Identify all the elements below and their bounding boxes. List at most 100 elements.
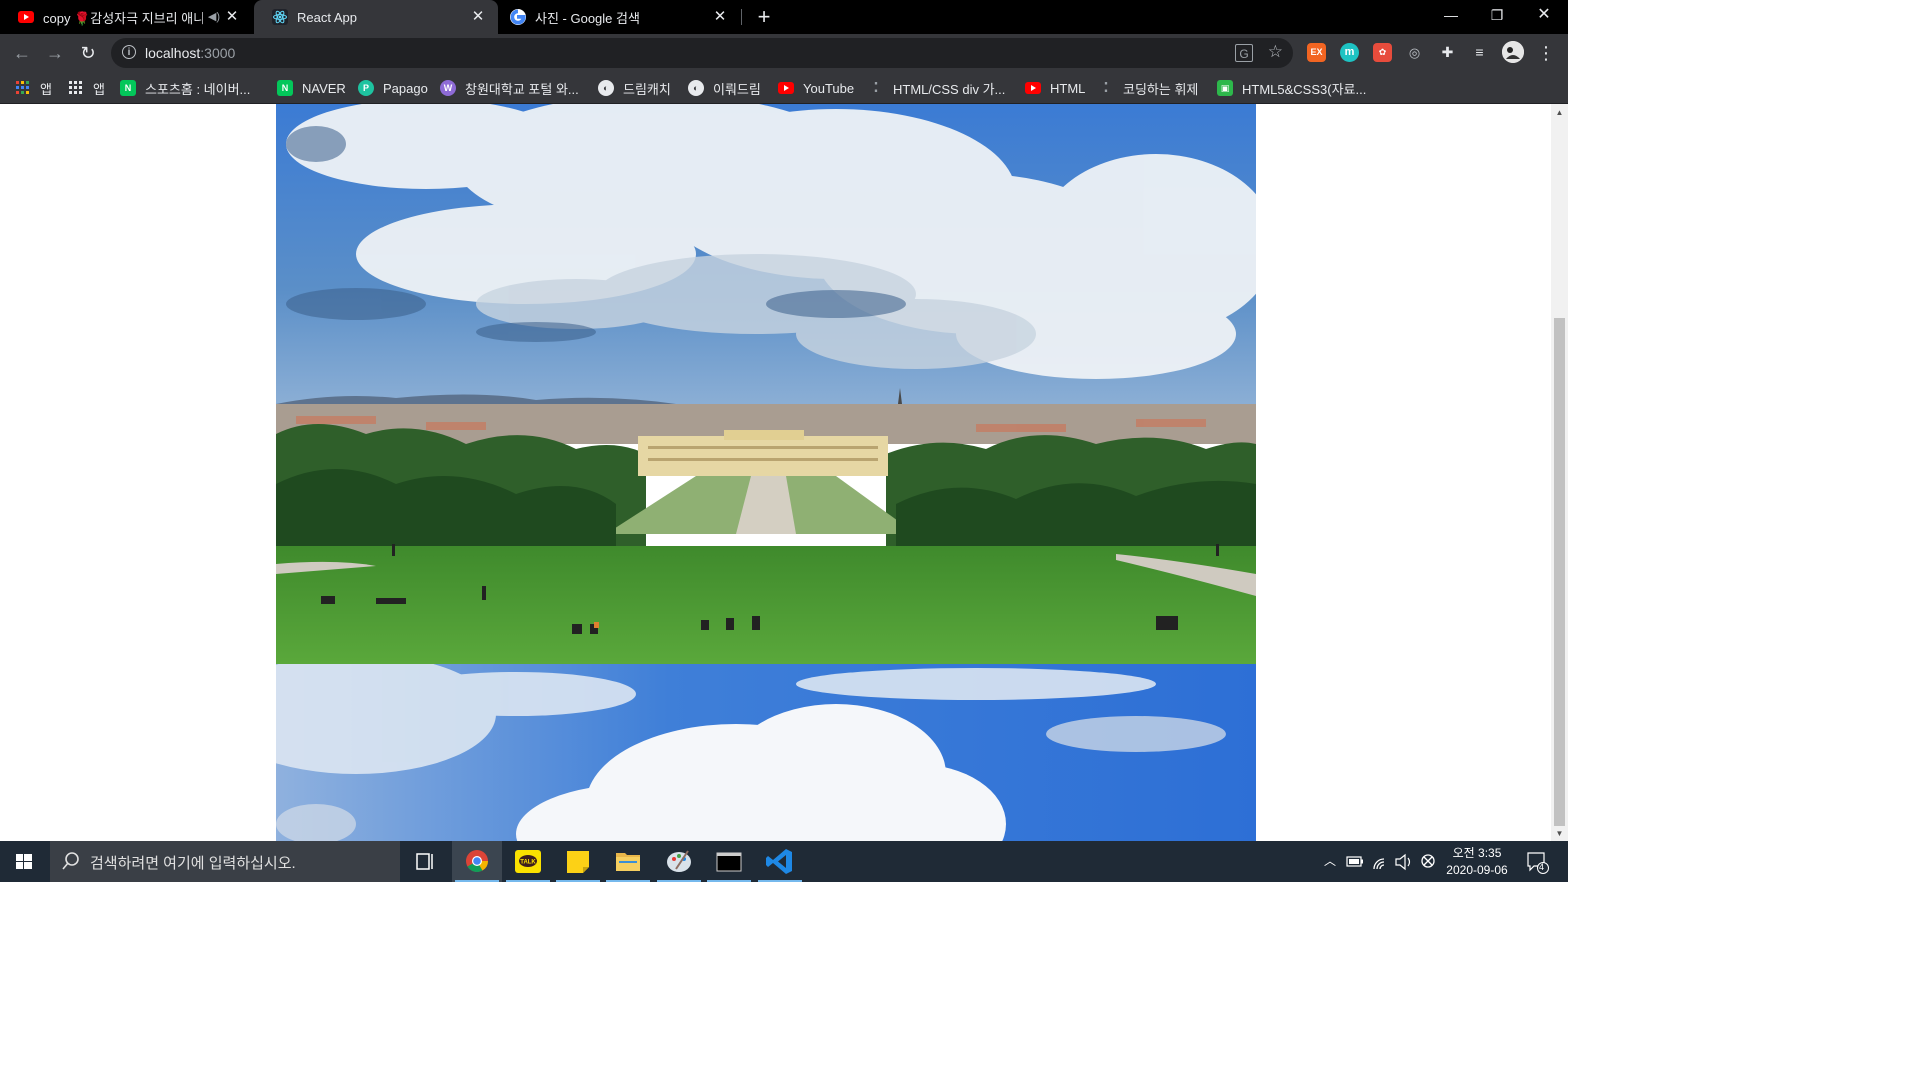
extension-red-icon[interactable]: ✿ — [1373, 43, 1392, 62]
dots-icon: ⁚ — [1103, 80, 1109, 95]
google-icon — [510, 9, 526, 25]
vscode-icon — [766, 849, 792, 874]
network-disconnected-icon[interactable] — [1418, 841, 1438, 882]
bookmark-label: 앱 — [93, 81, 105, 97]
taskbar-terminal[interactable] — [704, 841, 754, 882]
info-icon[interactable]: i — [122, 45, 136, 59]
search-icon — [62, 852, 79, 870]
reload-button[interactable]: ↻ — [77, 42, 99, 64]
bookmark-irwodream[interactable]: ◐ 이뤄드림 — [688, 78, 761, 98]
windows-taskbar: 검색하려면 여기에 입력하십시오. TALK ︿ 오전 3:35 2020-09… — [0, 841, 1568, 882]
bookmark-papago[interactable]: P Papago — [358, 78, 428, 98]
portal-icon: W — [440, 80, 456, 96]
volume-icon[interactable] — [1393, 841, 1415, 882]
restore-button[interactable]: ❐ — [1474, 0, 1520, 34]
taskbar-clock[interactable]: 오전 3:35 2020-09-06 — [1440, 845, 1514, 879]
extensions-puzzle-icon[interactable]: ✚ — [1438, 43, 1457, 62]
tab-title: React App — [297, 9, 357, 25]
tab-youtube-copy[interactable]: copy 🌹감성자극 지브리 애니 ◀) ✕ — [0, 0, 252, 34]
taskbar-file-explorer[interactable] — [603, 841, 653, 882]
new-tab-button[interactable]: + — [752, 5, 776, 29]
taskbar-paint[interactable] — [654, 841, 704, 882]
close-tab-icon[interactable]: ✕ — [712, 9, 728, 25]
dots-icon: ⁚ — [873, 80, 879, 95]
bookmark-label: NAVER — [302, 80, 346, 96]
bookmark-dreamcatch[interactable]: ◐ 드림캐치 — [598, 78, 671, 98]
apps-icon — [15, 80, 31, 96]
notification-center-icon[interactable]: 4 — [1524, 841, 1550, 882]
tab-google-search[interactable]: 사진 - Google 검색 ✕ — [492, 0, 740, 34]
back-button[interactable]: ← — [11, 42, 33, 64]
close-tab-icon[interactable]: ✕ — [470, 9, 486, 25]
page-viewport — [0, 104, 1551, 841]
url-text[interactable]: localhost:3000 — [145, 45, 235, 61]
menu-kebab-icon[interactable]: ⋮ — [1535, 42, 1557, 64]
bookmark-portal[interactable]: W 창원대학교 포털 와... — [440, 78, 579, 98]
taskbar-chrome[interactable] — [452, 841, 502, 882]
bookmark-label: 코딩하는 휘제 — [1123, 81, 1199, 97]
naver-icon: N — [120, 80, 136, 96]
bookmark-label: YouTube — [803, 80, 855, 96]
apps-icon — [68, 80, 84, 96]
media-queue-icon[interactable]: ≡ — [1470, 43, 1489, 62]
folder-icon — [616, 853, 640, 871]
battery-icon[interactable] — [1345, 841, 1365, 882]
bookmark-star-icon[interactable]: ☆ — [1268, 42, 1283, 62]
forward-button[interactable]: → — [44, 42, 66, 64]
bookmark-html[interactable]: HTML — [1025, 78, 1085, 98]
task-view-icon — [416, 853, 433, 870]
tab-react-app[interactable]: React App ✕ — [254, 0, 498, 34]
bookmark-coding-hwije[interactable]: ⁚ 코딩하는 휘제 — [1098, 78, 1199, 98]
tab-title: 사진 - Google 검색 — [535, 10, 640, 26]
bookmark-label: HTML5&CSS3(자료... — [1242, 81, 1367, 97]
naver-icon: N — [277, 80, 293, 96]
speaker-icon[interactable]: ◀) — [208, 10, 220, 23]
tab-separator — [741, 9, 742, 25]
tray-chevron-up-icon[interactable]: ︿ — [1320, 841, 1340, 882]
scrollbar-thumb[interactable] — [1554, 318, 1565, 826]
scroll-up-arrow-icon[interactable]: ▲ — [1551, 106, 1568, 120]
taskbar-sticky-notes[interactable] — [553, 841, 603, 882]
taskbar-search-box[interactable]: 검색하려면 여기에 입력하십시오. — [50, 841, 400, 882]
profile-avatar[interactable] — [1502, 41, 1524, 63]
globe-icon: ◐ — [598, 80, 614, 96]
bookmark-youtube[interactable]: YouTube — [778, 78, 854, 98]
bookmark-label: 스포츠홈 : 네이버... — [145, 81, 251, 97]
bookmark-label: 드림캐치 — [623, 81, 671, 97]
bookmark-label: 이뤄드림 — [713, 81, 761, 97]
landscape-photo — [276, 104, 1256, 664]
address-bar[interactable]: i localhost:3000 G ☆ — [111, 38, 1293, 68]
bookmark-apps-2[interactable]: 앱 — [68, 78, 105, 98]
task-view-button[interactable] — [400, 841, 450, 882]
bookmark-naver-sports[interactable]: N 스포츠홈 : 네이버... — [120, 78, 250, 98]
scroll-down-arrow-icon[interactable]: ▼ — [1551, 827, 1568, 841]
windows-logo-icon — [16, 854, 32, 869]
notification-count: 4 — [1539, 862, 1545, 872]
bookmark-html5-css3[interactable]: ▣ HTML5&CSS3(자료... — [1217, 78, 1366, 98]
wifi-icon[interactable] — [1370, 841, 1392, 882]
bookmark-label: 창원대학교 포털 와... — [465, 81, 579, 97]
taskbar-kakaotalk[interactable]: TALK — [503, 841, 553, 882]
bookmark-naver[interactable]: N NAVER — [277, 78, 346, 98]
taskbar-vscode[interactable] — [755, 841, 805, 882]
clock-date: 2020-09-06 — [1446, 863, 1508, 877]
page-scrollbar[interactable]: ▲ ▼ — [1551, 104, 1568, 841]
paint-icon — [667, 850, 691, 872]
bookmark-label: 앱 — [40, 81, 52, 97]
globe-icon: ◐ — [688, 80, 704, 96]
extension-shield-icon[interactable]: ◎ — [1405, 43, 1424, 62]
tab-title: copy 🌹감성자극 지브리 애니 — [43, 10, 203, 26]
extension-m-icon[interactable]: m — [1340, 43, 1359, 62]
close-tab-icon[interactable]: ✕ — [224, 9, 240, 25]
close-window-button[interactable]: ✕ — [1521, 0, 1567, 34]
extension-ex-icon[interactable]: EX — [1307, 43, 1326, 62]
bookmark-apps-1[interactable]: 앱 — [15, 78, 52, 98]
tab-strip: copy 🌹감성자극 지브리 애니 ◀) ✕ React App ✕ 사진 - … — [0, 0, 1568, 34]
translate-icon[interactable]: G — [1235, 44, 1253, 62]
bookmark-label: HTML — [1050, 80, 1086, 96]
start-button[interactable] — [0, 841, 48, 882]
chrome-icon — [466, 850, 488, 872]
minimize-button[interactable]: — — [1428, 0, 1474, 34]
bookmark-html-css-div[interactable]: ⁚ HTML/CSS div 가... — [868, 78, 1006, 98]
youtube-icon — [778, 80, 794, 96]
